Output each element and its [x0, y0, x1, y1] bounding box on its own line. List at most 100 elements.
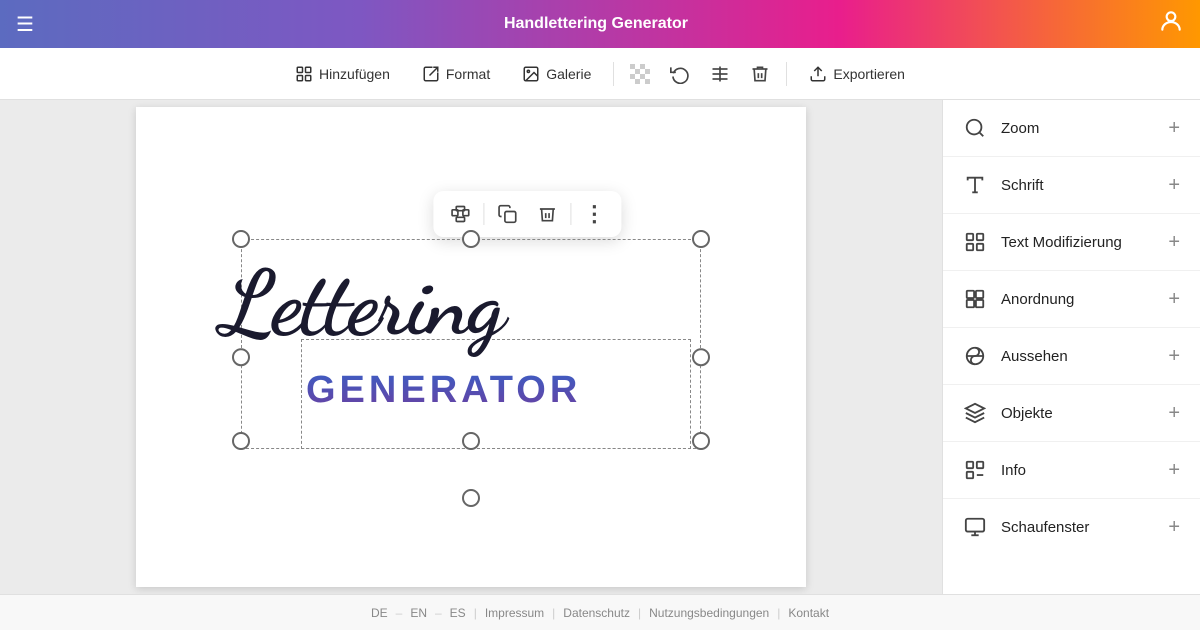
zoom-label: Zoom [1001, 120, 1039, 137]
sel-divider-2 [570, 203, 571, 225]
more-options-button[interactable]: ⋮ [577, 197, 611, 231]
panel-item-schaufenster-left: Schaufenster [963, 515, 1089, 539]
handle-bc[interactable] [462, 432, 480, 450]
handle-tr[interactable] [692, 230, 710, 248]
panel-item-anordnung[interactable]: Anordnung + [943, 271, 1200, 328]
panel-item-aussehen-left: Aussehen [963, 344, 1068, 368]
duplicate-button[interactable] [490, 197, 524, 231]
panel-item-aussehen[interactable]: Aussehen + [943, 328, 1200, 385]
user-icon[interactable] [1158, 8, 1184, 40]
grid-button[interactable] [702, 56, 738, 92]
objekte-label: Objekte [1001, 405, 1053, 422]
canvas[interactable]: ⋮ Lettering GENE [136, 107, 806, 587]
text-mod-plus[interactable]: + [1168, 231, 1180, 254]
aussehen-plus[interactable]: + [1168, 345, 1180, 368]
canvas-area[interactable]: ⋮ Lettering GENE [0, 100, 942, 594]
info-label: Info [1001, 462, 1026, 479]
zoom-plus[interactable]: + [1168, 117, 1180, 140]
handle-mr[interactable] [692, 348, 710, 366]
menu-icon[interactable]: ☰ [16, 12, 34, 37]
arrangement-icon [963, 287, 987, 311]
panel-item-anordnung-left: Anordnung [963, 287, 1074, 311]
lang-es[interactable]: ES [450, 606, 466, 620]
sel-divider-1 [483, 203, 484, 225]
panel-item-schrift-left: Schrift [963, 173, 1044, 197]
aussehen-label: Aussehen [1001, 348, 1068, 365]
duplicate-icon [497, 204, 517, 224]
panel-item-text-mod[interactable]: Text Modifizierung + [943, 214, 1200, 271]
showcase-icon [963, 515, 987, 539]
schaufenster-plus[interactable]: + [1168, 516, 1180, 539]
info-icon [963, 458, 987, 482]
info-plus[interactable]: + [1168, 459, 1180, 482]
font-icon [963, 173, 987, 197]
zoom-icon [963, 116, 987, 140]
impressum-link[interactable]: Impressum [485, 606, 544, 620]
delete-sel-icon [537, 204, 557, 224]
kontakt-link[interactable]: Kontakt [788, 606, 829, 620]
panel-item-schaufenster[interactable]: Schaufenster + [943, 499, 1200, 555]
add-icon [295, 65, 313, 83]
export-button[interactable]: Exportieren [795, 59, 919, 89]
schaufenster-label: Schaufenster [1001, 519, 1089, 536]
checkerboard-button[interactable] [622, 56, 658, 92]
gallery-icon [522, 65, 540, 83]
trash-icon [750, 64, 770, 84]
lang-de[interactable]: DE [371, 606, 388, 620]
appearance-icon [963, 344, 987, 368]
rotation-handle[interactable] [462, 489, 480, 507]
format-icon [422, 65, 440, 83]
panel-item-info-left: Info [963, 458, 1026, 482]
panel-item-schrift[interactable]: Schrift + [943, 157, 1200, 214]
handle-bl[interactable] [232, 432, 250, 450]
objekte-plus[interactable]: + [1168, 402, 1180, 425]
schrift-plus[interactable]: + [1168, 174, 1180, 197]
selection-toolbar: ⋮ [433, 191, 621, 237]
undo-button[interactable] [662, 56, 698, 92]
footer-sep-5: | [638, 606, 641, 620]
panel-item-objekte[interactable]: Objekte + [943, 385, 1200, 442]
panel-item-zoom[interactable]: Zoom + [943, 100, 1200, 157]
topbar: ☰ Handlettering Generator [0, 0, 1200, 48]
add-button[interactable]: Hinzufügen [281, 59, 404, 89]
app-title: Handlettering Generator [504, 15, 688, 33]
checkerboard-icon [630, 64, 650, 84]
panel-item-info[interactable]: Info + [943, 442, 1200, 499]
export-icon [809, 65, 827, 83]
footer-sep-3: | [474, 606, 477, 620]
handle-br[interactable] [692, 432, 710, 450]
separator-2 [786, 62, 787, 86]
schrift-label: Schrift [1001, 177, 1044, 194]
datenschutz-link[interactable]: Datenschutz [563, 606, 630, 620]
user-svg [1158, 8, 1184, 34]
delete-sel-button[interactable] [530, 197, 564, 231]
group-icon [450, 204, 470, 224]
grid-icon [710, 64, 730, 84]
separator-1 [613, 62, 614, 86]
trash-button[interactable] [742, 56, 778, 92]
panel-item-zoom-left: Zoom [963, 116, 1039, 140]
lettering-text[interactable]: Lettering [221, 259, 504, 349]
footer-sep-4: | [552, 606, 555, 620]
toolbar: Hinzufügen Format Galerie Exportieren [0, 48, 1200, 100]
objects-icon [963, 401, 987, 425]
handle-tl[interactable] [232, 230, 250, 248]
gallery-button[interactable]: Galerie [508, 59, 605, 89]
anordnung-label: Anordnung [1001, 291, 1074, 308]
panel-item-objekte-left: Objekte [963, 401, 1053, 425]
lang-en[interactable]: EN [410, 606, 427, 620]
nutzungsbedingungen-link[interactable]: Nutzungsbedingungen [649, 606, 769, 620]
text-mod-icon [963, 230, 987, 254]
generator-text[interactable]: GENERATOR [306, 369, 581, 412]
main-area: ⋮ Lettering GENE [0, 100, 1200, 594]
text-mod-label: Text Modifizierung [1001, 234, 1122, 251]
anordnung-plus[interactable]: + [1168, 288, 1180, 311]
selection-container[interactable]: ⋮ Lettering GENE [241, 239, 701, 479]
undo-icon [670, 64, 690, 84]
right-panel: Zoom + Schrift + [942, 100, 1200, 594]
handle-tc[interactable] [462, 230, 480, 248]
group-button[interactable] [443, 197, 477, 231]
format-button[interactable]: Format [408, 59, 504, 89]
footer-sep-6: | [777, 606, 780, 620]
footer-sep-1: – [396, 606, 403, 620]
